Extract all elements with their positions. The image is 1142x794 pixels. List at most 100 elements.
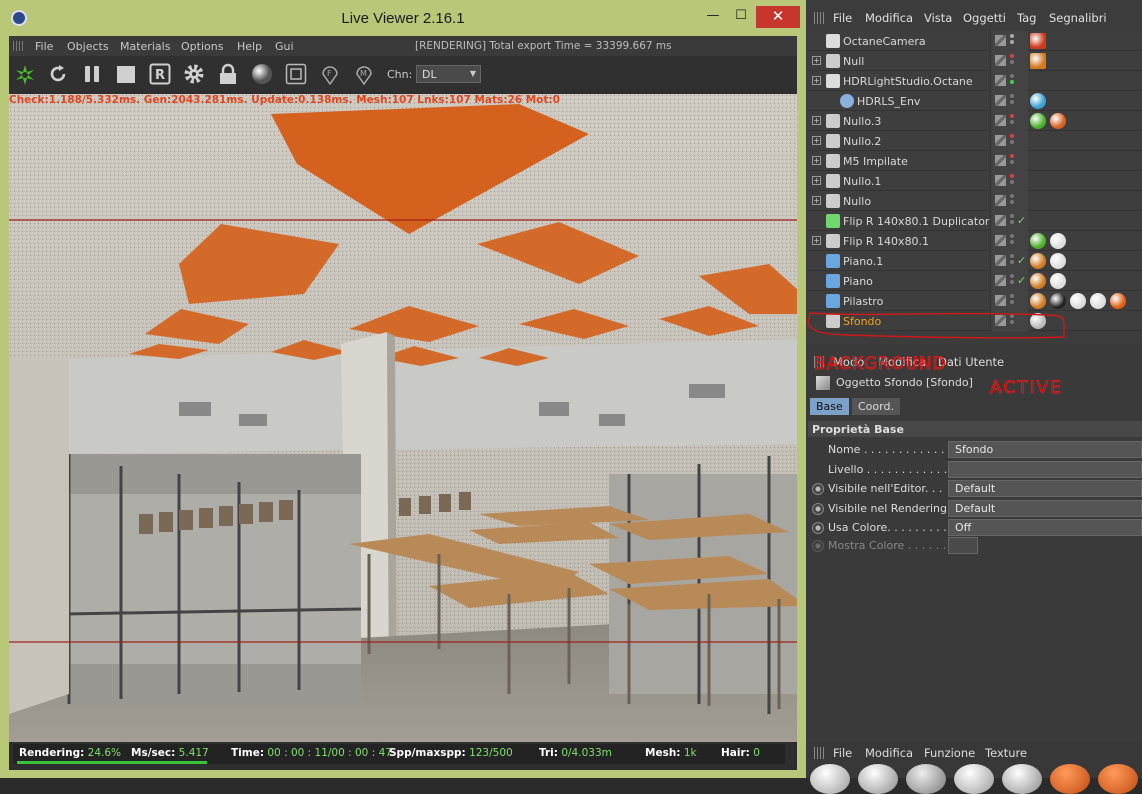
tag-icon[interactable] [1030,113,1046,129]
animate-radio-icon[interactable] [812,522,824,534]
tag-icon[interactable] [1050,233,1066,249]
tag-icon[interactable] [1090,293,1106,309]
om-menu-oggetti[interactable]: Oggetti [963,11,1006,25]
tag-icon[interactable] [1050,273,1066,289]
title-bar[interactable]: Live Viewer 2.16.1 — ☐ ✕ [0,0,806,36]
sphere-icon[interactable] [251,63,273,85]
om-menu-file[interactable]: File [833,11,852,25]
object-row[interactable]: + Flip R 140x80.1 [808,231,1142,251]
maximize-button[interactable]: ☐ [728,6,754,28]
layer-icon[interactable] [995,255,1006,266]
object-row[interactable]: + Nullo.2 [808,131,1142,151]
tag-icon[interactable] [1030,253,1046,269]
tag-icon[interactable] [1030,53,1046,69]
layer-icon[interactable] [995,55,1006,66]
layer-icon[interactable] [995,75,1006,86]
layer-icon[interactable] [995,295,1006,306]
minimize-button[interactable]: — [700,6,726,28]
refresh-icon[interactable] [47,63,69,85]
animate-radio-icon[interactable] [812,503,824,515]
expand-toggle-icon[interactable]: + [812,136,821,145]
lock-icon[interactable] [217,63,239,85]
menu-materials[interactable]: Materials [120,40,170,53]
object-name[interactable]: Piano [843,275,873,288]
property-value[interactable] [948,461,1142,478]
visibility-dots-icon[interactable] [1010,214,1015,228]
object-row[interactable]: Sfondo [808,311,1142,331]
object-row[interactable]: + Nullo.3 [808,111,1142,131]
visibility-dots-icon[interactable] [1010,114,1015,128]
enabled-check-icon[interactable]: ✓ [1017,274,1026,287]
focus-picker-icon[interactable]: F [319,63,341,86]
menu-objects[interactable]: Objects [67,40,109,53]
tag-icon[interactable] [1030,293,1046,309]
visibility-dots-icon[interactable] [1010,254,1015,268]
object-name[interactable]: Null [843,55,864,68]
layer-icon[interactable] [995,155,1006,166]
expand-toggle-icon[interactable]: + [812,196,821,205]
enabled-check-icon[interactable]: ✓ [1017,254,1026,267]
om-menu-tag[interactable]: Tag [1017,11,1036,25]
property-value[interactable]: Default [948,500,1142,517]
object-row[interactable]: + HDRLightStudio.Octane [808,71,1142,91]
render-viewport[interactable] [9,94,797,742]
om-menu-vista[interactable]: Vista [924,11,952,25]
visibility-dots-icon[interactable] [1010,314,1015,328]
property-value[interactable]: Default [948,480,1142,497]
expand-toggle-icon[interactable]: + [812,56,821,65]
material-picker-icon[interactable]: M [353,63,375,86]
am-menu-modifica[interactable]: Modifica [878,355,926,369]
close-button[interactable]: ✕ [756,6,800,28]
menu-help[interactable]: Help [237,40,262,53]
mm-menu-modifica[interactable]: Modifica [865,746,913,760]
tab-base[interactable]: Base [810,398,849,415]
grip-icon[interactable] [13,41,25,51]
visibility-dots-icon[interactable] [1010,194,1015,208]
object-row[interactable]: Flip R 140x80.1 Duplicatore ✓ [808,211,1142,231]
region-icon[interactable] [285,63,307,85]
layer-icon[interactable] [995,235,1006,246]
menu-file[interactable]: File [35,40,53,53]
expand-toggle-icon[interactable]: + [812,236,821,245]
material-thumbnail[interactable] [1098,764,1138,794]
layer-icon[interactable] [995,35,1006,46]
object-name[interactable]: HDRLightStudio.Octane [843,75,973,88]
object-row[interactable]: HDRLS_Env [808,91,1142,111]
material-thumbnail[interactable] [1002,764,1042,794]
animate-radio-icon[interactable] [812,483,824,495]
layer-icon[interactable] [995,195,1006,206]
object-name[interactable]: Nullo.1 [843,175,881,188]
tag-icon[interactable] [1050,113,1066,129]
material-thumbnail[interactable] [1050,764,1090,794]
object-name[interactable]: Nullo.3 [843,115,881,128]
object-row[interactable]: + Nullo.1 [808,171,1142,191]
visibility-dots-icon[interactable] [1010,134,1015,148]
expand-toggle-icon[interactable]: + [812,76,821,85]
expand-toggle-icon[interactable]: + [812,176,821,185]
am-menu-dati-utente[interactable]: Dati Utente [938,355,1004,369]
pause-icon[interactable] [81,63,103,85]
gear-icon[interactable] [183,63,205,85]
mm-menu-funzione[interactable]: Funzione [924,746,975,760]
object-row[interactable]: Piano.1 ✓ [808,251,1142,271]
material-thumbnail[interactable] [858,764,898,794]
octane-logo-icon[interactable] [13,63,35,85]
object-row[interactable]: OctaneCamera [808,31,1142,51]
om-menu-segnalibri[interactable]: Segnalibri [1049,11,1107,25]
tag-icon[interactable] [1110,293,1126,309]
object-name[interactable]: Flip R 140x80.1 Duplicatore [843,215,996,228]
animate-radio-icon[interactable] [812,540,824,552]
mm-menu-file[interactable]: File [833,746,852,760]
visibility-dots-icon[interactable] [1010,174,1015,188]
object-name[interactable]: Nullo.2 [843,135,881,148]
visibility-dots-icon[interactable] [1010,274,1015,288]
visibility-dots-icon[interactable] [1010,234,1015,248]
expand-toggle-icon[interactable]: + [812,156,821,165]
grip-icon[interactable] [814,747,826,759]
object-row[interactable]: + Nullo [808,191,1142,211]
object-name[interactable]: M5 Impilate [843,155,908,168]
tag-icon[interactable] [1030,313,1046,329]
visibility-dots-icon[interactable] [1010,154,1015,168]
object-name[interactable]: Pilastro [843,295,883,308]
object-name[interactable]: HDRLS_Env [857,95,920,108]
